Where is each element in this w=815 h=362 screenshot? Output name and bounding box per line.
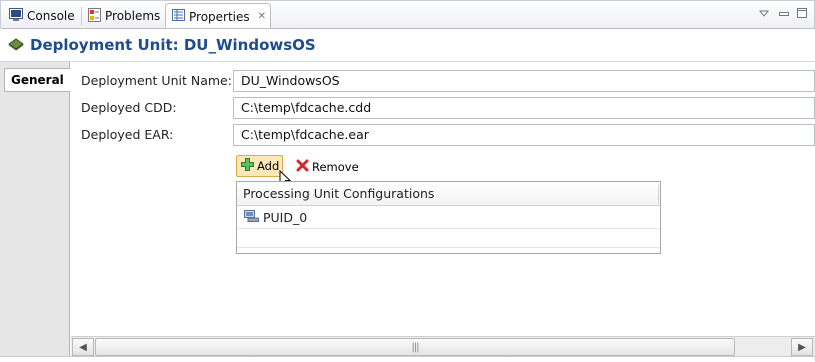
page-title: Deployment Unit: DU_WindowsOS — [30, 36, 316, 54]
table-header-label: Processing Unit Configurations — [243, 186, 435, 201]
console-icon — [9, 8, 23, 24]
remove-icon — [296, 159, 309, 175]
tab-console[interactable]: Console — [3, 3, 81, 29]
deployment-unit-name-field[interactable]: DU_WindowsOS — [233, 70, 815, 92]
deployment-unit-name-label: Deployment Unit Name: — [81, 73, 232, 88]
scrollbar-thumb[interactable]: ||| — [95, 338, 735, 356]
view-menu-icon[interactable] — [758, 7, 770, 19]
tab-properties[interactable]: Properties ✕ — [165, 3, 271, 29]
add-button[interactable]: Add — [236, 155, 283, 177]
processing-unit-table: Processing Unit Configurations PUID_0 — [236, 181, 661, 254]
tab-console-label: Console — [27, 9, 75, 23]
grip-icon: ||| — [411, 341, 419, 353]
tab-problems[interactable]: Problems — [82, 3, 166, 29]
close-icon[interactable]: ✕ — [258, 11, 266, 22]
scroll-left-button[interactable]: ◀ — [72, 338, 94, 356]
side-tab-general-label: General — [11, 73, 64, 87]
column-divider — [658, 184, 659, 204]
processing-unit-icon — [244, 210, 259, 225]
side-tab-pane: General — [0, 62, 70, 362]
properties-icon — [172, 9, 185, 24]
tab-properties-label: Properties — [189, 9, 250, 24]
horizontal-scrollbar[interactable]: ◀ ||| ▶ — [71, 336, 815, 356]
remove-button-label: Remove — [312, 160, 359, 174]
deployment-unit-icon — [8, 37, 24, 54]
page-title-row: Deployment Unit: DU_WindowsOS — [0, 29, 815, 61]
table-row-label: PUID_0 — [263, 210, 308, 225]
problems-icon — [88, 7, 101, 25]
table-header[interactable]: Processing Unit Configurations — [237, 182, 660, 206]
deployed-cdd-field[interactable]: C:\temp\fdcache.cdd — [233, 97, 815, 119]
minimize-icon[interactable] — [778, 7, 790, 19]
table-row-empty — [237, 230, 660, 248]
add-icon — [241, 158, 254, 174]
bottom-border — [0, 356, 815, 362]
remove-button[interactable]: Remove — [292, 156, 362, 178]
chevron-right-icon: ▶ — [798, 341, 806, 353]
deployed-cdd-label: Deployed CDD: — [81, 100, 177, 115]
title-divider — [0, 61, 815, 62]
add-button-label: Add — [257, 159, 280, 173]
side-tab-general[interactable]: General — [4, 68, 70, 92]
deployed-ear-field[interactable]: C:\temp\fdcache.ear — [233, 124, 815, 146]
scroll-right-button[interactable]: ▶ — [791, 338, 813, 356]
deployed-ear-label: Deployed EAR: — [81, 127, 174, 142]
view-tab-bar: Console Problems Properties ✕ — [0, 0, 815, 29]
chevron-left-icon: ◀ — [79, 341, 87, 353]
maximize-icon[interactable] — [796, 7, 808, 19]
table-row[interactable]: PUID_0 — [237, 207, 660, 229]
tab-problems-label: Problems — [105, 9, 161, 23]
